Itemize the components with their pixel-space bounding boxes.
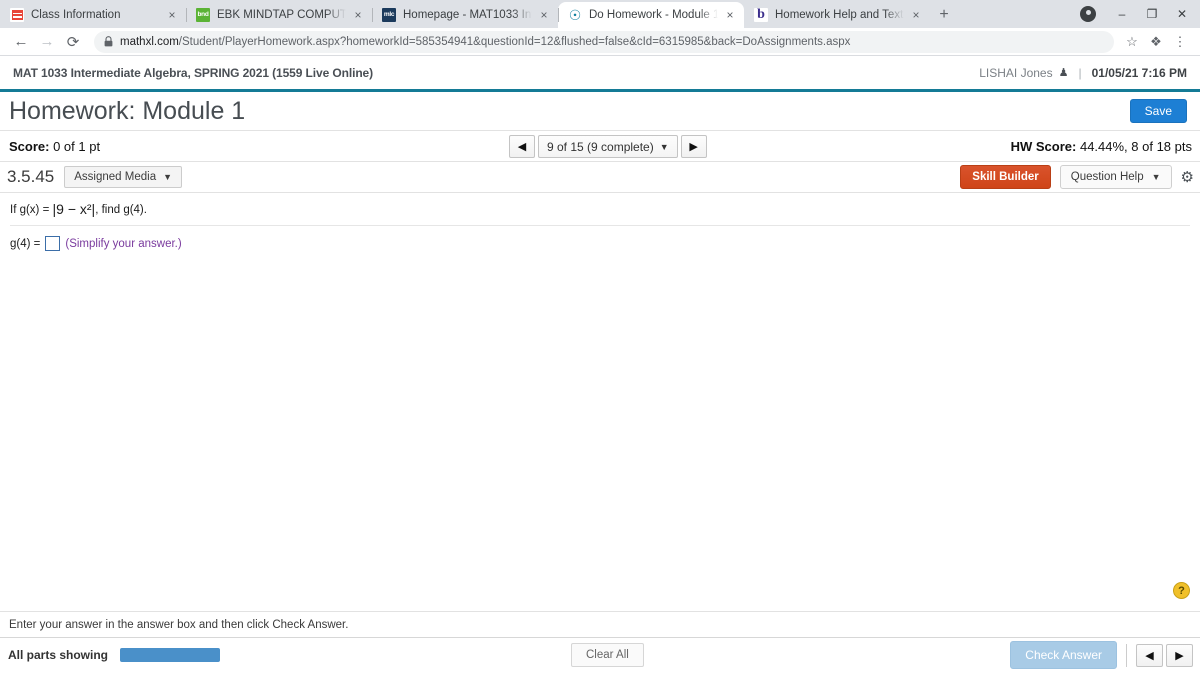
extensions-puzzle-icon[interactable]: ❖ xyxy=(1144,30,1168,54)
hw-score-value: 44.44%, 8 of 18 pts xyxy=(1079,138,1192,154)
hw-score-text: HW Score: 44.44%, 8 of 18 pts xyxy=(1011,139,1192,154)
answer-input[interactable] xyxy=(45,236,61,251)
back-icon[interactable]: ← xyxy=(8,29,34,55)
question-prompt-prefix: If g(x) = xyxy=(10,204,53,216)
prev-question-button[interactable]: ◀ xyxy=(509,135,535,158)
browser-tab[interactable]: b Homework Help and Textbook S × xyxy=(744,2,930,28)
separator: | xyxy=(1078,65,1082,80)
gear-icon[interactable]: ⚙ xyxy=(1181,168,1194,186)
reload-icon[interactable]: ⟳ xyxy=(60,29,86,55)
clear-all-button[interactable]: Clear All xyxy=(571,643,644,667)
instruction-bar: Enter your answer in the answer box and … xyxy=(0,582,1200,637)
question-prompt-expression: |9 − x²| xyxy=(52,201,96,217)
check-answer-button[interactable]: Check Answer xyxy=(1010,641,1117,669)
user-name: LISHAI Jones xyxy=(979,65,1053,80)
browser-menu-icon[interactable]: ⋮ xyxy=(1168,30,1192,54)
score-label: Score: xyxy=(9,138,50,154)
bartleby-favicon: b xyxy=(754,8,768,22)
browser-tab-title: Homepage - MAT1033 Intermedi xyxy=(403,9,532,21)
new-tab-button[interactable]: + xyxy=(930,2,958,28)
assigned-media-dropdown[interactable]: Assigned Media ▼ xyxy=(64,166,183,188)
homework-title-bar: Homework: Module 1 Save xyxy=(0,92,1200,131)
parts-progress-bar xyxy=(120,648,221,662)
parts-label: All parts showing xyxy=(8,648,109,662)
browser-tab-title: EBK MINDTAP COMPUTING FOR xyxy=(217,9,346,21)
browser-tab-active[interactable]: ☉ Do Homework - Module 1 × xyxy=(558,2,744,28)
question-prompt: If g(x) = |9 − x²|, find g(4). xyxy=(10,201,1190,226)
close-icon[interactable]: × xyxy=(536,7,552,23)
window-controls: – ❐ ✕ xyxy=(1080,2,1196,26)
close-icon[interactable]: × xyxy=(722,7,738,23)
instruction-text: Enter your answer in the answer box and … xyxy=(9,618,349,631)
next-question-button-footer[interactable]: ▶ xyxy=(1166,643,1193,667)
workspace-area xyxy=(0,251,1200,611)
browser-tab-title: Do Homework - Module 1 xyxy=(589,9,718,21)
answer-label: g(4) = xyxy=(10,237,41,250)
person-icon[interactable]: ♟ xyxy=(1059,66,1069,79)
browser-tab-title: Class Information xyxy=(31,9,121,21)
question-content: If g(x) = |9 − x²|, find g(4). g(4) = (S… xyxy=(0,193,1200,251)
close-window-button[interactable]: ✕ xyxy=(1168,2,1196,26)
lock-icon xyxy=(104,36,113,47)
pearson-favicon: ☉ xyxy=(568,8,582,22)
datetime: 01/05/21 7:16 PM xyxy=(1091,65,1187,80)
minimize-button[interactable]: – xyxy=(1108,2,1136,26)
browser-tab-strip: Class Information × bnd EBK MINDTAP COMP… xyxy=(0,0,1200,28)
question-help-dropdown[interactable]: Question Help ▼ xyxy=(1059,165,1172,189)
class-information-favicon xyxy=(10,8,24,22)
question-number: 3.5.45 xyxy=(7,167,55,186)
question-nav-pair: ◀ ▶ xyxy=(1126,643,1193,667)
prev-question-button-footer[interactable]: ◀ xyxy=(1136,643,1163,667)
course-title: MAT 1033 Intermediate Algebra, SPRING 20… xyxy=(13,65,374,80)
browser-tab[interactable]: mlc Homepage - MAT1033 Intermedi × xyxy=(372,2,558,28)
chevron-down-icon: ▼ xyxy=(163,172,173,182)
mindtap-favicon: bnd xyxy=(196,8,210,22)
page-title: Homework: Module 1 xyxy=(9,96,246,125)
close-icon[interactable]: × xyxy=(164,7,180,23)
question-toolbar: 3.5.45 Assigned Media ▼ Skill Builder Qu… xyxy=(0,162,1200,193)
skill-builder-button[interactable]: Skill Builder xyxy=(960,165,1051,189)
forward-icon[interactable]: → xyxy=(34,29,60,55)
browser-tab[interactable]: bnd EBK MINDTAP COMPUTING FOR × xyxy=(186,2,372,28)
close-icon[interactable]: × xyxy=(350,7,366,23)
browser-tab[interactable]: Class Information × xyxy=(0,2,186,28)
course-header: MAT 1033 Intermediate Algebra, SPRING 20… xyxy=(0,56,1200,92)
mlc-favicon: mlc xyxy=(382,8,396,22)
question-pager: ◀ 9 of 15 (9 complete) ▼ ▶ xyxy=(509,135,707,158)
bookmark-star-icon[interactable]: ☆ xyxy=(1120,30,1144,54)
answer-row: g(4) = (Simplify your answer.) xyxy=(10,226,1190,251)
address-bar[interactable]: mathxl.com/Student/PlayerHomework.aspx?h… xyxy=(94,30,1114,53)
browser-toolbar: ← → ⟳ mathxl.com/Student/PlayerHomework.… xyxy=(0,28,1200,56)
action-bar-right: Check Answer ◀ ▶ xyxy=(1010,641,1193,669)
close-icon[interactable]: × xyxy=(908,7,924,23)
answer-hint: (Simplify your answer.) xyxy=(65,237,182,250)
question-help-label: Question Help xyxy=(1070,171,1144,183)
maximize-button[interactable]: ❐ xyxy=(1138,2,1166,26)
url-domain: mathxl.com xyxy=(120,35,179,48)
action-bar: All parts showing Clear All Check Answer… xyxy=(0,637,1200,672)
score-bar: Score: 0 of 1 pt ◀ 9 of 15 (9 complete) … xyxy=(0,131,1200,162)
question-prompt-suffix: , find g(4). xyxy=(95,204,147,216)
profile-avatar-icon[interactable] xyxy=(1080,6,1096,22)
help-badge-icon[interactable]: ? xyxy=(1173,582,1190,599)
hw-score-label: HW Score: xyxy=(1010,138,1077,154)
score-text: Score: 0 of 1 pt xyxy=(9,139,100,154)
url-path: /Student/PlayerHomework.aspx?homeworkId=… xyxy=(178,35,851,48)
chevron-down-icon: ▼ xyxy=(659,141,669,152)
question-toolbar-right: Skill Builder Question Help ▼ ⚙ xyxy=(960,165,1194,189)
browser-tab-title: Homework Help and Textbook S xyxy=(775,9,904,21)
next-question-button[interactable]: ▶ xyxy=(680,135,707,158)
mathxl-page: MAT 1033 Intermediate Algebra, SPRING 20… xyxy=(0,56,1200,672)
chevron-down-icon: ▼ xyxy=(1151,172,1161,182)
question-select-value: 9 of 15 (9 complete) xyxy=(547,139,654,154)
score-value: 0 of 1 pt xyxy=(53,138,101,154)
question-select[interactable]: 9 of 15 (9 complete) ▼ xyxy=(538,135,678,158)
course-header-right: LISHAI Jones ♟ | 01/05/21 7:16 PM xyxy=(979,66,1187,80)
save-button[interactable]: Save xyxy=(1129,99,1187,123)
assigned-media-label: Assigned Media xyxy=(74,171,157,183)
